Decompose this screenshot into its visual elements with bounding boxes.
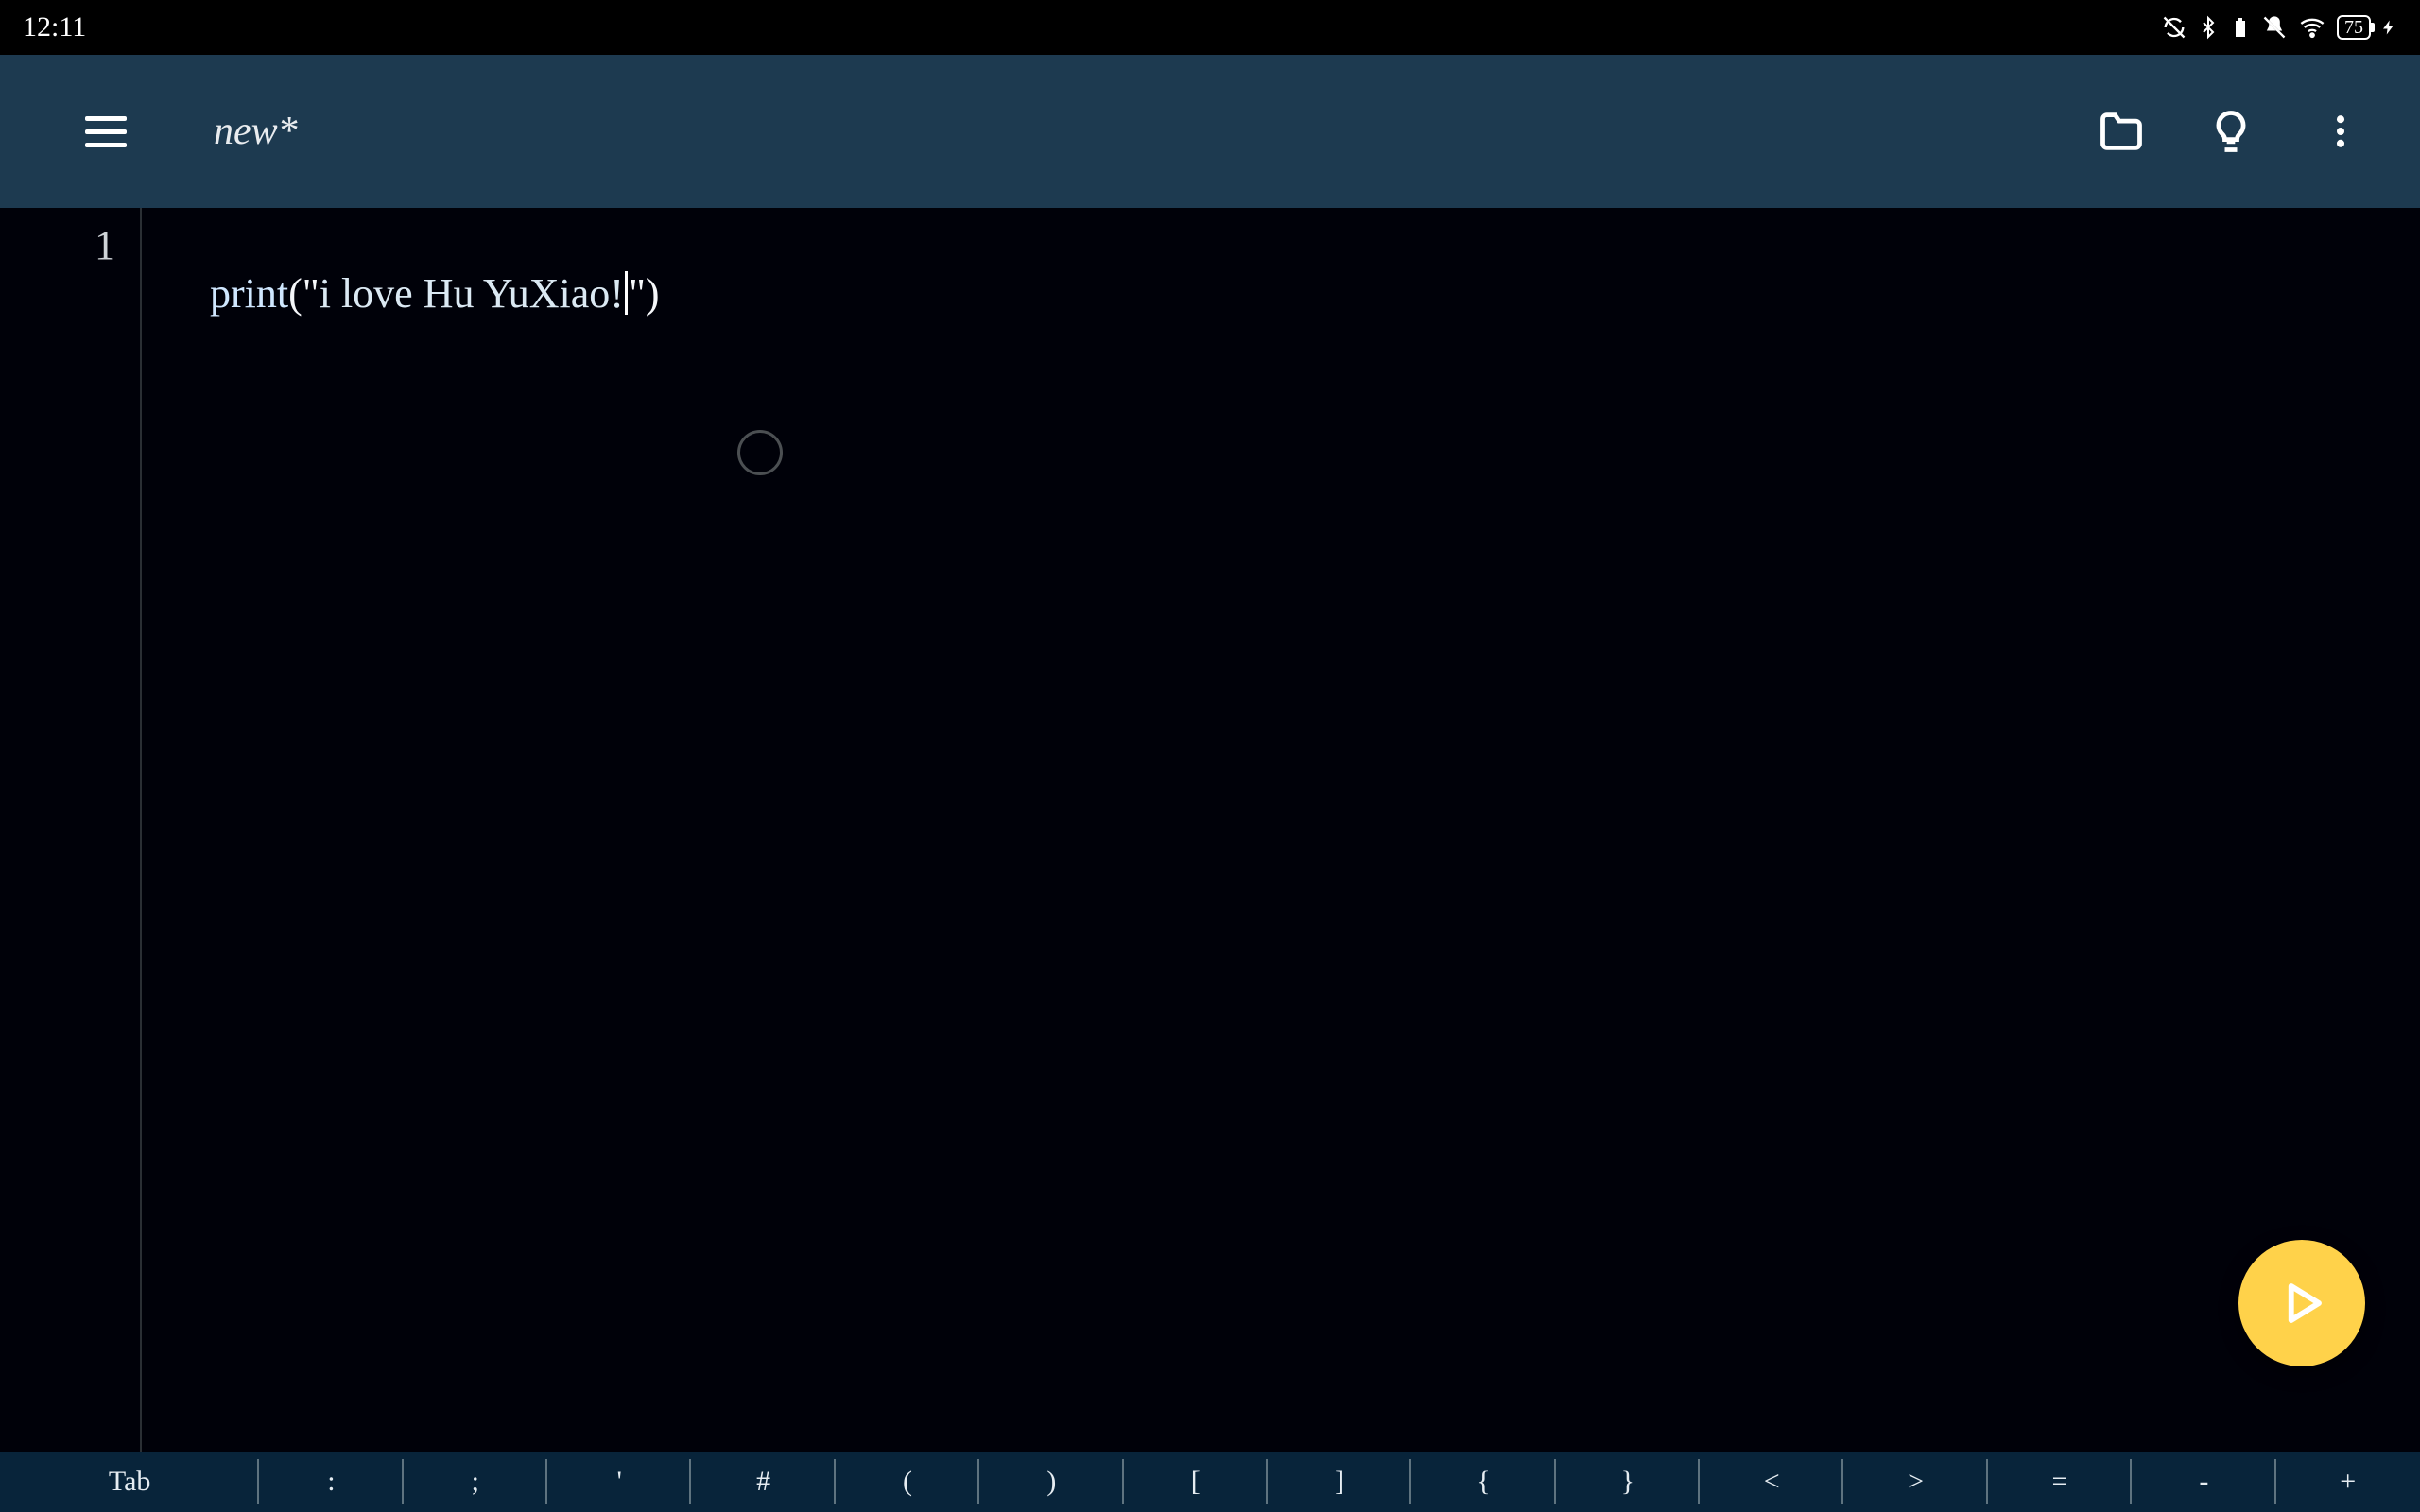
code-area[interactable]: print("i love Hu YuXiao!") (142, 208, 2420, 1452)
play-icon (2276, 1278, 2327, 1329)
line-gutter: 1 (0, 208, 142, 1452)
run-button[interactable] (2238, 1240, 2365, 1366)
key-colon[interactable]: : (259, 1452, 403, 1512)
hint-button[interactable] (2189, 90, 2273, 173)
more-vert-icon (2320, 107, 2361, 156)
key-hash[interactable]: # (691, 1452, 835, 1512)
code-editor[interactable]: 1 print("i love Hu YuXiao!") (0, 208, 2420, 1452)
key-brace-close[interactable]: } (1556, 1452, 1700, 1512)
key-brace-open[interactable]: { (1411, 1452, 1555, 1512)
wifi-icon (2297, 14, 2327, 41)
hamburger-icon (85, 116, 127, 147)
token-open: (" (288, 270, 320, 317)
mute-icon (2261, 14, 2288, 41)
battery-saver-icon (2229, 14, 2252, 41)
open-folder-button[interactable] (2080, 90, 2163, 173)
token-function: print (210, 270, 288, 317)
sync-off-icon (2161, 14, 2187, 41)
app-bar: new* (0, 55, 2420, 208)
key-bracket-close[interactable]: ] (1268, 1452, 1411, 1512)
key-paren-open[interactable]: ( (836, 1452, 979, 1512)
line-number: 1 (0, 221, 115, 269)
key-plus[interactable]: + (2276, 1452, 2420, 1512)
key-gt[interactable]: > (1843, 1452, 1987, 1512)
file-title: new* (214, 109, 298, 154)
text-cursor (625, 271, 628, 315)
key-tab[interactable]: Tab (0, 1452, 259, 1512)
battery-icon: 75 (2337, 15, 2371, 40)
key-semicolon[interactable]: ; (404, 1452, 547, 1512)
battery-percent: 75 (2344, 17, 2363, 38)
touch-indicator (737, 430, 783, 475)
key-equals[interactable]: = (1988, 1452, 2132, 1512)
bluetooth-icon (2197, 14, 2220, 41)
status-right: 75 (2161, 14, 2397, 41)
status-bar: 12:11 (0, 0, 2420, 55)
more-button[interactable] (2299, 90, 2382, 173)
charging-icon (2380, 14, 2397, 41)
menu-button[interactable] (64, 90, 147, 173)
folder-icon (2097, 107, 2146, 156)
key-lt[interactable]: < (1700, 1452, 1843, 1512)
key-minus[interactable]: - (2132, 1452, 2275, 1512)
symbol-key-row: Tab : ; ' # ( ) [ ] { } < > = - + (0, 1452, 2420, 1512)
bulb-icon (2206, 107, 2256, 156)
token-close: ") (629, 270, 660, 317)
key-paren-close[interactable]: ) (979, 1452, 1123, 1512)
key-bracket-open[interactable]: [ (1124, 1452, 1268, 1512)
key-apostrophe[interactable]: ' (547, 1452, 691, 1512)
token-string: i love Hu YuXiao! (320, 270, 624, 317)
status-time: 12:11 (23, 11, 86, 43)
